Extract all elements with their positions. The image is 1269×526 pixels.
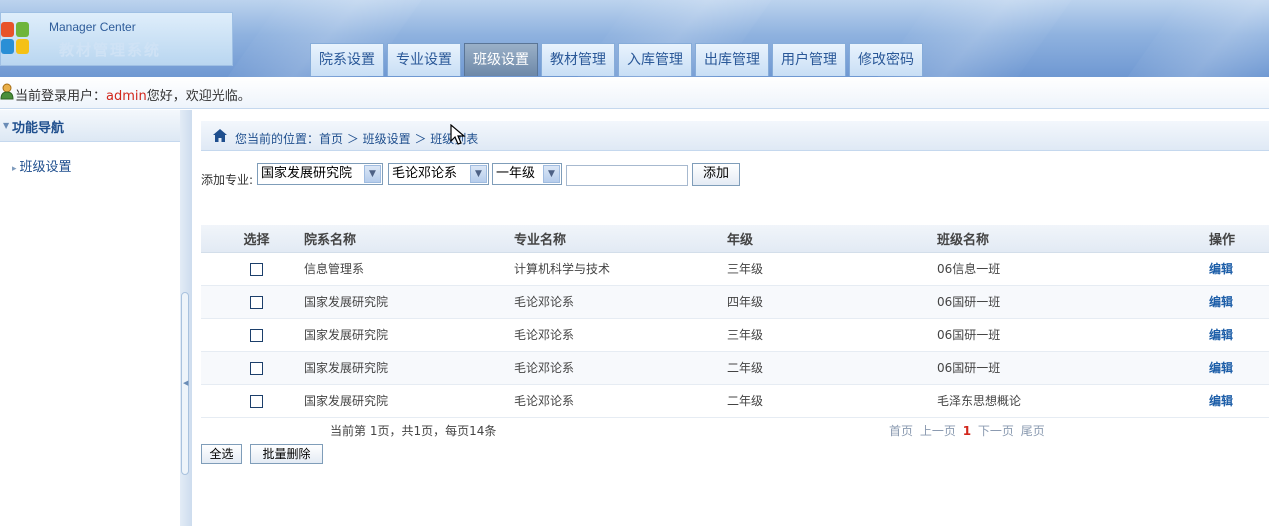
col-action: 操作 (1209, 225, 1269, 253)
major-select-value: 毛论邓论系 (392, 166, 458, 181)
col-department: 院系名称 (304, 225, 514, 253)
collapse-arrow-icon: ▼ (3, 121, 10, 130)
tab-users[interactable]: 用户管理 (772, 43, 846, 76)
major-select[interactable]: 毛论邓论系 ▼ (388, 163, 489, 185)
sidebar-item-label: 班级设置 (19, 160, 72, 175)
grade-select[interactable]: 一年级 ▼ (492, 163, 562, 185)
breadcrumb: 您当前的位置：首页 ＞ 班级设置 ＞ 班级列表 (201, 121, 1269, 151)
table-row: 国家发展研究院 毛论邓论系 二年级 06国研一班 编辑 (201, 351, 1269, 385)
row-checkbox[interactable] (250, 295, 263, 309)
cell-department: 国家发展研究院 (304, 285, 514, 319)
pager-prev-link[interactable]: 上一页 (920, 424, 956, 438)
cell-major: 毛论邓论系 (514, 318, 727, 352)
edit-link[interactable]: 编辑 (1209, 361, 1233, 375)
brand-chinese: 教材管理系统 (59, 41, 162, 59)
tab-major[interactable]: 专业设置 (387, 43, 461, 76)
col-select: 选择 (201, 225, 304, 253)
edit-link[interactable]: 编辑 (1209, 262, 1233, 276)
header-decoration (1104, 0, 1269, 77)
row-checkbox[interactable] (250, 361, 263, 375)
class-table: 选择 院系名称 专业名称 年级 班级名称 操作 信息管理系 计算机科学与技术 三… (201, 225, 1269, 418)
user-icon (0, 83, 14, 100)
sidebar-title: 功能导航 (12, 121, 65, 136)
cell-department: 国家发展研究院 (304, 384, 514, 418)
pager-current-page: 1 (962, 424, 972, 438)
edit-link[interactable]: 编辑 (1209, 394, 1233, 408)
cell-grade: 二年级 (727, 351, 937, 385)
sidebar: ▼ 功能导航 ▸ 班级设置 (0, 110, 180, 526)
splitter-toggle-handle[interactable]: ◀ (181, 292, 189, 475)
tab-stock-out[interactable]: 出库管理 (695, 43, 769, 76)
grade-select-value: 一年级 (496, 166, 536, 181)
pager-last-link[interactable]: 尾页 (1021, 424, 1045, 438)
cell-class-name: 06国研一班 (937, 285, 1209, 319)
sidebar-header[interactable]: ▼ 功能导航 (0, 110, 180, 142)
cell-department: 国家发展研究院 (304, 318, 514, 352)
user-bar: 当前登录用户：admin您好，欢迎光临。 (0, 77, 1269, 109)
col-class-name: 班级名称 (937, 225, 1209, 253)
cell-department: 信息管理系 (304, 252, 514, 286)
table-header-row: 选择 院系名称 专业名称 年级 班级名称 操作 (201, 225, 1269, 253)
welcome-suffix: 您好，欢迎光临。 (146, 89, 251, 104)
cell-grade: 三年级 (727, 318, 937, 352)
row-checkbox[interactable] (250, 262, 263, 276)
select-all-button[interactable]: 全选 (201, 444, 242, 464)
tab-stock-in[interactable]: 入库管理 (618, 43, 692, 76)
col-major: 专业名称 (514, 225, 727, 253)
tab-change-password[interactable]: 修改密码 (849, 43, 923, 76)
table-row: 国家发展研究院 毛论邓论系 二年级 毛泽东思想概论 编辑 (201, 384, 1269, 418)
welcome-prefix: 当前登录用户： (15, 89, 107, 104)
cell-department: 国家发展研究院 (304, 351, 514, 385)
cell-class-name: 06国研一班 (937, 318, 1209, 352)
add-form-label: 添加专业: (201, 173, 254, 187)
cell-grade: 三年级 (727, 252, 937, 286)
chevron-down-icon: ▼ (364, 165, 381, 183)
cell-grade: 二年级 (727, 384, 937, 418)
breadcrumb-text: 您当前的位置：首页 ＞ 班级设置 ＞ 班级列表 (235, 132, 479, 146)
class-name-input[interactable] (566, 165, 688, 186)
cell-class-name: 毛泽东思想概论 (937, 384, 1209, 418)
pager-first-link[interactable]: 首页 (889, 424, 913, 438)
pager-nav: 首页 上一页 1 下一页 尾页 (889, 422, 1048, 439)
brand-english: Manager Center (49, 20, 136, 34)
department-select-value: 国家发展研究院 (261, 166, 353, 181)
username: admin (106, 89, 147, 104)
app-header: Manager Center 教材管理系统 院系设置 专业设置 班级设置 教材管… (0, 0, 1269, 77)
edit-link[interactable]: 编辑 (1209, 295, 1233, 309)
cell-grade: 四年级 (727, 285, 937, 319)
welcome-text: 当前登录用户：admin您好，欢迎光临。 (15, 85, 251, 104)
row-checkbox[interactable] (250, 394, 263, 408)
windows-logo-icon (1, 22, 31, 56)
cell-major: 计算机科学与技术 (514, 252, 727, 286)
collapse-left-icon: ◀ (183, 379, 189, 387)
row-checkbox[interactable] (250, 328, 263, 342)
sidebar-item-class-settings[interactable]: ▸ 班级设置 (12, 156, 72, 175)
cell-major: 毛论邓论系 (514, 285, 727, 319)
chevron-down-icon: ▼ (470, 165, 487, 183)
cell-class-name: 06信息一班 (937, 252, 1209, 286)
edit-link[interactable]: 编辑 (1209, 328, 1233, 342)
main-tabs: 院系设置 专业设置 班级设置 教材管理 入库管理 出库管理 用户管理 修改密码 (310, 43, 926, 76)
add-button[interactable]: 添加 (692, 163, 740, 186)
tab-textbook[interactable]: 教材管理 (541, 43, 615, 76)
home-icon (213, 129, 227, 142)
tab-class[interactable]: 班级设置 (464, 43, 538, 76)
cell-major: 毛论邓论系 (514, 384, 727, 418)
logo: Manager Center 教材管理系统 (0, 12, 233, 66)
mouse-cursor-icon (450, 124, 466, 145)
cell-class-name: 06国研一班 (937, 351, 1209, 385)
table-row: 信息管理系 计算机科学与技术 三年级 06信息一班 编辑 (201, 252, 1269, 286)
col-grade: 年级 (727, 225, 937, 253)
cell-major: 毛论邓论系 (514, 351, 727, 385)
table-row: 国家发展研究院 毛论邓论系 三年级 06国研一班 编辑 (201, 318, 1269, 352)
chevron-down-icon: ▼ (543, 165, 560, 183)
pager-info: 当前第 1页，共1页，每页14条 (330, 424, 497, 438)
main-content: 您当前的位置：首页 ＞ 班级设置 ＞ 班级列表 添加专业: 国家发展研究院 ▼ … (192, 110, 1269, 526)
table-row: 国家发展研究院 毛论邓论系 四年级 06国研一班 编辑 (201, 285, 1269, 319)
batch-delete-button[interactable]: 批量删除 (250, 444, 323, 464)
tab-department[interactable]: 院系设置 (310, 43, 384, 76)
bullet-arrow-icon: ▸ (12, 164, 17, 174)
pager-next-link[interactable]: 下一页 (978, 424, 1014, 438)
department-select[interactable]: 国家发展研究院 ▼ (257, 163, 383, 185)
